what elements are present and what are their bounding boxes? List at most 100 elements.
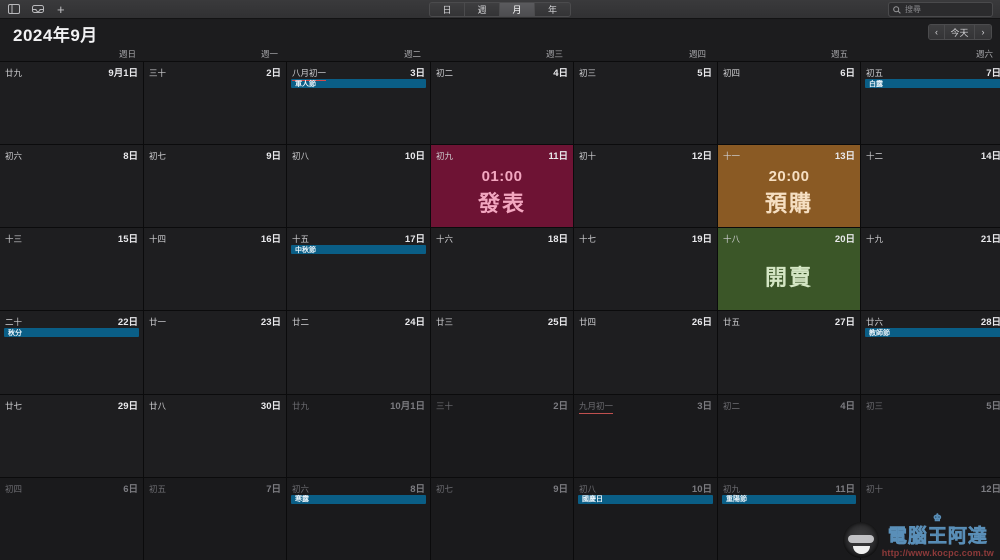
day-cell[interactable]: 初九 11日 01:00 發表 (431, 145, 573, 228)
featured-event-time: 01:00 (481, 168, 523, 186)
day-cell[interactable]: 初五 7日 (144, 477, 286, 560)
day-cell[interactable]: 初八 10日 (287, 145, 430, 228)
day-cell[interactable]: 初七 9日 (431, 477, 573, 560)
day-cell[interactable]: 八月初一 3日 軍人節 (287, 62, 430, 145)
lunar-date-label: 廿五 (723, 317, 741, 328)
day-number-label: 9月1日 (108, 68, 138, 79)
day-cell[interactable]: 廿八 30日 (144, 394, 286, 477)
day-cell[interactable]: 廿六 28日 教師節 (861, 311, 1000, 394)
day-number-label: 25日 (547, 317, 568, 329)
day-number-label: 5日 (986, 400, 1000, 412)
day-cell[interactable]: 十六 18日 (431, 228, 573, 311)
day-cell[interactable]: 二十 22日 秋分 (0, 311, 143, 394)
weekday-monday: 週一 (260, 49, 278, 59)
calendar-event[interactable]: 寒露 (291, 494, 426, 504)
day-cell-header: 十三 15日 (0, 231, 143, 245)
day-cell[interactable]: 初六 8日 (0, 145, 143, 228)
day-cell[interactable]: 初十 12日 (574, 145, 717, 228)
lunar-date-label: 初八 (579, 483, 597, 494)
day-number-label: 23日 (260, 317, 281, 329)
day-number-label: 29日 (117, 400, 138, 412)
featured-event[interactable]: 20:00 預購 (718, 159, 860, 227)
day-cell-header: 十六 18日 (431, 231, 573, 245)
toolbar-left-group: + (7, 3, 67, 16)
day-cell[interactable]: 初三 5日 (861, 394, 1000, 477)
day-number-label: 6日 (840, 68, 855, 79)
view-mode-week[interactable]: 週 (465, 3, 500, 16)
day-cell[interactable]: 初六 8日 寒露 (287, 477, 430, 560)
day-cell-header: 初二 4日 (431, 65, 573, 79)
day-number-label: 30日 (260, 400, 281, 412)
day-cell[interactable]: 十五 17日 中秋節 (287, 228, 430, 311)
day-cell[interactable]: 十一 13日 20:00 預購 (718, 145, 860, 228)
lunar-date-label: 十三 (5, 234, 23, 245)
calendar-event-label: 教師節 (869, 329, 890, 337)
sidebar-toggle-icon[interactable] (7, 4, 20, 15)
day-cell[interactable]: 十七 19日 (574, 228, 717, 311)
navigation-group[interactable]: ‹ 今天 › (928, 24, 992, 40)
calendar-event[interactable]: 秋分 (4, 328, 139, 338)
calendar-event[interactable]: 軍人節 (291, 79, 426, 88)
calendar-event-label: 白露 (869, 80, 883, 88)
day-cell[interactable]: 三十 2日 (144, 62, 286, 145)
calendar-event[interactable]: 重陽節 (722, 494, 856, 504)
calendar-event[interactable]: 教師節 (865, 328, 1000, 338)
search-input[interactable]: 搜尋 (888, 2, 993, 17)
day-cell[interactable]: 十三 15日 (0, 228, 143, 311)
day-cell[interactable]: 初二 4日 (431, 62, 573, 145)
day-cell[interactable]: 初七 9日 (144, 145, 286, 228)
day-cell[interactable]: 十四 16日 (144, 228, 286, 311)
lunar-date-label: 廿九 (292, 400, 310, 411)
day-cell[interactable]: 廿七 29日 (0, 394, 143, 477)
day-cell[interactable]: 初九 11日 重陽節 (718, 477, 860, 560)
view-mode-year[interactable]: 年 (535, 3, 570, 16)
day-cell[interactable]: 十九 21日 (861, 228, 1000, 311)
day-cell[interactable]: 廿一 23日 (144, 311, 286, 394)
day-cell[interactable]: 初八 10日 國慶日 (574, 477, 717, 560)
day-cell[interactable]: 廿二 24日 (287, 311, 430, 394)
day-number-label: 10日 (404, 151, 425, 163)
day-cell[interactable]: 初三 5日 (574, 62, 717, 145)
day-cell[interactable]: 廿三 25日 (431, 311, 573, 394)
day-cell[interactable]: 廿五 27日 (718, 311, 860, 394)
day-cell[interactable]: 廿四 26日 (574, 311, 717, 394)
day-number-label: 19日 (691, 234, 712, 246)
day-number-label: 6日 (123, 483, 138, 495)
day-cell-header: 廿一 23日 (144, 314, 286, 329)
lunar-date-label: 初七 (149, 151, 167, 162)
today-button[interactable]: 今天 (945, 25, 975, 39)
calendar-event[interactable]: 國慶日 (578, 494, 713, 504)
view-mode-day[interactable]: 日 (430, 3, 465, 16)
calendar-event[interactable]: 中秋節 (291, 245, 426, 255)
day-number-label: 26日 (691, 317, 712, 329)
day-number-label: 3日 (410, 68, 425, 79)
weekday-sunday: 週日 (118, 49, 136, 59)
day-cell[interactable]: 初四 6日 (718, 62, 860, 145)
next-month-button[interactable]: › (975, 25, 991, 39)
add-event-button[interactable]: + (55, 3, 67, 16)
day-cell[interactable]: 十八 20日 開賣 (718, 228, 860, 311)
day-number-label: 4日 (553, 68, 568, 79)
day-cell[interactable]: 十二 14日 (861, 145, 1000, 228)
inbox-icon[interactable] (31, 4, 44, 15)
view-mode-month[interactable]: 月 (500, 3, 535, 16)
day-cell[interactable]: 初十 12日 (861, 477, 1000, 560)
day-cell[interactable]: 廿九 10月1日 (287, 394, 430, 477)
day-number-label: 2日 (266, 68, 281, 79)
previous-month-button[interactable]: ‹ (929, 25, 945, 39)
day-cell[interactable]: 初五 7日 白露 (861, 62, 1000, 145)
day-number-label: 12日 (691, 151, 712, 163)
day-cell[interactable]: 廿九 9月1日 (0, 62, 143, 145)
featured-event[interactable]: 01:00 發表 (431, 159, 573, 227)
featured-event[interactable]: 開賣 (718, 242, 860, 310)
day-cell[interactable]: 三十 2日 (431, 394, 573, 477)
day-cell-header: 初三 5日 (861, 398, 1000, 412)
day-cell[interactable]: 初二 4日 (718, 394, 860, 477)
day-cell[interactable]: 九月初一 3日 (574, 394, 717, 477)
lunar-date-label: 初五 (149, 483, 167, 494)
view-mode-segmented-control[interactable]: 日 週 月 年 (429, 2, 571, 17)
day-number-label: 21日 (980, 234, 1000, 246)
calendar-event[interactable]: 白露 (865, 79, 1000, 88)
lunar-date-label: 初十 (866, 483, 884, 494)
day-cell[interactable]: 初四 6日 (0, 477, 143, 560)
